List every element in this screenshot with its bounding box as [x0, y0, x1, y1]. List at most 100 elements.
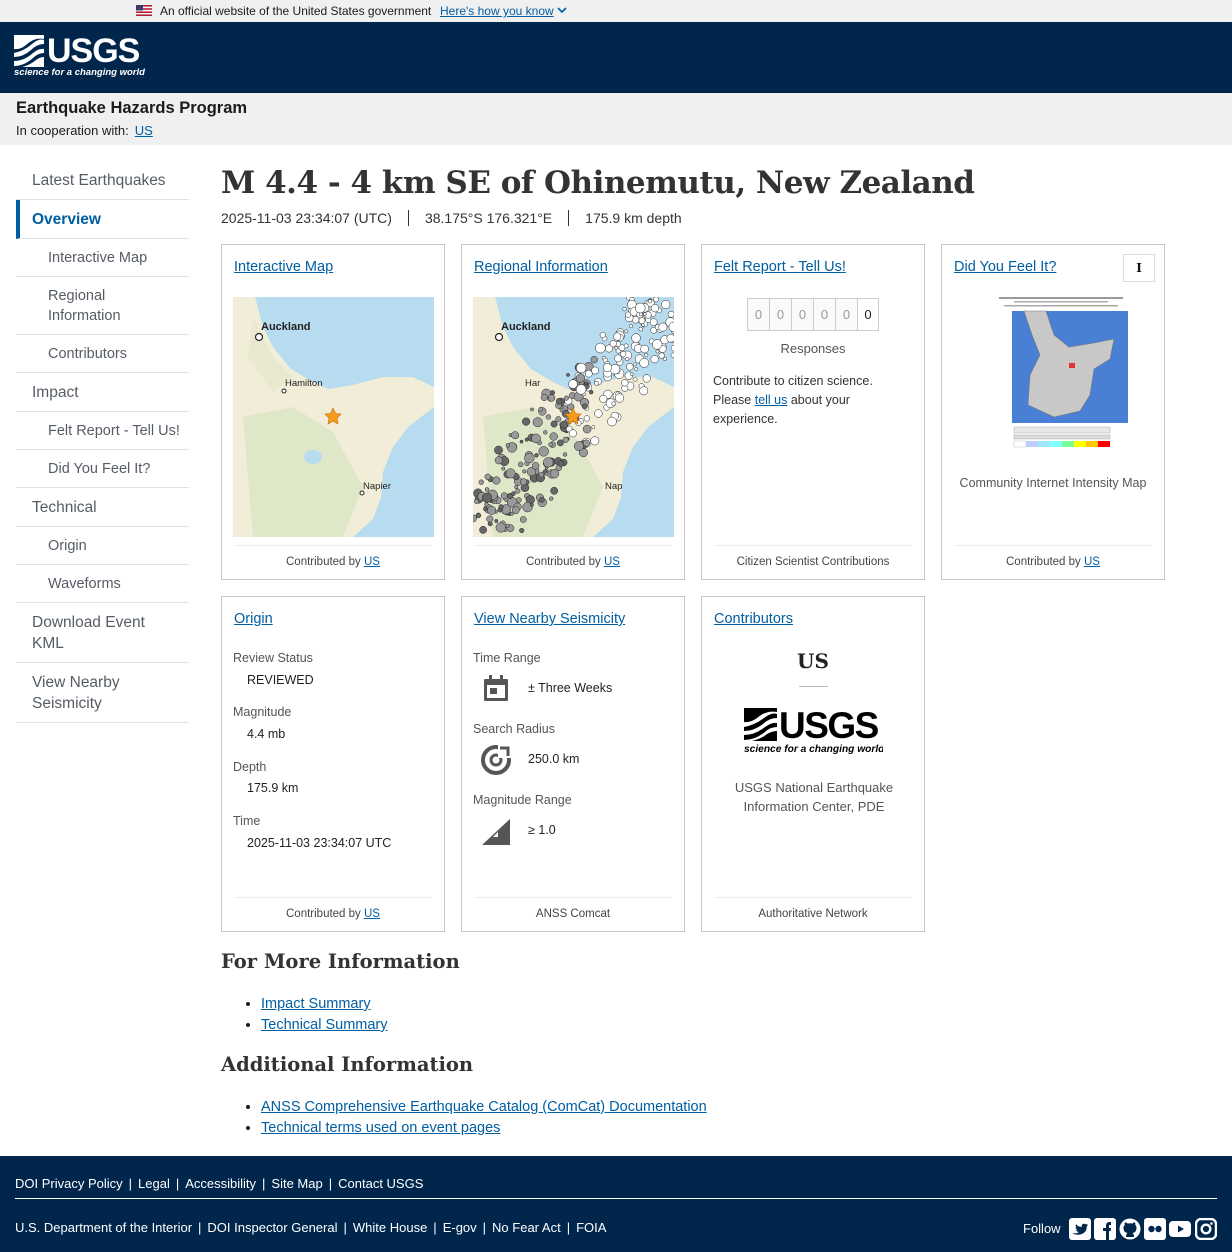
seismicity-dot	[495, 522, 506, 533]
radius-target-icon	[481, 745, 512, 775]
nav-overview[interactable]: Overview	[16, 200, 189, 239]
interactive-map-card: Interactive Map Auckland Hamilton Napier…	[221, 244, 445, 580]
more-info-list: Impact Summary Technical Summary	[261, 994, 388, 1036]
comcat-docs-link[interactable]: ANSS Comprehensive Earthquake Catalog (C…	[261, 1099, 707, 1115]
contributor-link[interactable]: US	[364, 908, 380, 920]
nav-did-you-feel-it[interactable]: Did You Feel It?	[16, 450, 189, 488]
flickr-icon[interactable]	[1144, 1218, 1166, 1240]
seismicity-dot	[650, 355, 659, 364]
footer-inspector-link[interactable]: DOI Inspector General	[207, 1220, 337, 1235]
seismicity-dot	[624, 329, 629, 334]
seismicity-dot	[545, 414, 552, 420]
nav-contributors[interactable]: Contributors	[16, 335, 189, 373]
usgs-logo[interactable]: USGS science for a changing world	[14, 31, 146, 81]
regional-map-thumbnail[interactable]: Auckland Har Nap	[473, 297, 674, 537]
magnitude-range-value: ≥ 1.0	[528, 823, 556, 837]
felt-report-link[interactable]: Felt Report - Tell Us!	[714, 259, 846, 275]
seismicity-dot	[582, 439, 590, 447]
regional-label-auckland: Auckland	[501, 321, 551, 333]
nav-felt-report[interactable]: Felt Report - Tell Us!	[16, 412, 189, 450]
list-item: ANSS Comprehensive Earthquake Catalog (C…	[261, 1097, 707, 1118]
review-status-value: REVIEWED	[247, 673, 314, 687]
seismicity-dot	[599, 394, 608, 403]
seismicity-dot	[584, 381, 589, 386]
footer-legal-link[interactable]: Legal	[138, 1176, 170, 1191]
contributor-code: US	[797, 649, 829, 673]
twitter-icon[interactable]	[1069, 1218, 1091, 1240]
interactive-map-link[interactable]: Interactive Map	[234, 259, 333, 275]
origin-link[interactable]: Origin	[234, 611, 273, 627]
program-title[interactable]: Earthquake Hazards Program	[16, 99, 247, 118]
nav-view-nearby-seismicity[interactable]: View Nearby Seismicity	[16, 663, 189, 723]
seismicity-dot	[549, 432, 558, 441]
footer-interior-link[interactable]: U.S. Department of the Interior	[15, 1220, 192, 1235]
how-you-know-link[interactable]: Here's how you know	[440, 4, 554, 18]
magnitude-range-label: Magnitude Range	[473, 793, 572, 807]
origin-card: Origin Review Status REVIEWED Magnitude …	[221, 596, 445, 932]
seismicity-dot	[524, 437, 529, 442]
seismicity-dot	[538, 471, 545, 478]
instagram-icon[interactable]	[1195, 1218, 1217, 1240]
contributors-link[interactable]: Contributors	[714, 611, 793, 627]
nav-interactive-map[interactable]: Interactive Map	[16, 239, 189, 277]
nav-regional-information[interactable]: Regional Information	[16, 277, 189, 335]
seismicity-dot	[529, 502, 534, 507]
impact-summary-link[interactable]: Impact Summary	[261, 996, 371, 1012]
seismicity-dot	[613, 332, 622, 341]
seismicity-dot	[531, 462, 540, 470]
footer-contact-link[interactable]: Contact USGS	[338, 1176, 423, 1191]
nearby-seismicity-link[interactable]: View Nearby Seismicity	[474, 611, 625, 627]
footer-sitemap-link[interactable]: Site Map	[271, 1176, 322, 1191]
seismicity-dot	[591, 425, 596, 429]
seismicity-dot	[557, 460, 565, 467]
contributor-link[interactable]: US	[364, 556, 380, 568]
seismicity-dot	[479, 526, 487, 534]
seismicity-dot	[505, 468, 516, 479]
contributor-link[interactable]: US	[604, 556, 620, 568]
intensity-map-caption: Community Internet Intensity Map	[959, 476, 1147, 490]
seismicity-dot	[505, 443, 511, 448]
seismicity-dot	[625, 311, 632, 318]
footer-privacy-link[interactable]: DOI Privacy Policy	[15, 1176, 123, 1191]
review-status-label: Review Status	[233, 651, 313, 665]
calendar-icon	[484, 675, 508, 701]
seismicity-dot	[632, 377, 638, 382]
footer-egov-link[interactable]: E-gov	[443, 1220, 477, 1235]
footer-divider	[15, 1198, 1217, 1199]
seismicity-dot	[629, 324, 634, 329]
cooperation-link[interactable]: US	[135, 123, 153, 138]
footer-whitehouse-link[interactable]: White House	[353, 1220, 427, 1235]
seismicity-dot	[575, 373, 585, 383]
youtube-icon[interactable]	[1169, 1218, 1191, 1240]
regional-information-link[interactable]: Regional Information	[474, 259, 608, 275]
seismicity-dot	[522, 469, 527, 474]
github-icon[interactable]	[1119, 1218, 1141, 1240]
seismicity-dot	[519, 516, 527, 523]
technical-terms-link[interactable]: Technical terms used on event pages	[261, 1120, 500, 1136]
seismicity-dot	[519, 527, 525, 534]
nearby-seismicity-card: View Nearby Seismicity Time Range ± Thre…	[461, 596, 685, 932]
seismicity-dot	[583, 415, 590, 422]
footer-foia-link[interactable]: FOIA	[576, 1220, 606, 1235]
facebook-icon[interactable]	[1094, 1218, 1116, 1240]
nav-download-kml[interactable]: Download Event KML	[16, 603, 189, 663]
seismicity-dot	[653, 297, 659, 303]
interactive-map-thumbnail[interactable]: Auckland Hamilton Napier	[233, 297, 434, 537]
nav-technical[interactable]: Technical	[16, 488, 189, 527]
seismicity-dot	[638, 317, 646, 325]
footer-accessibility-link[interactable]: Accessibility	[185, 1176, 256, 1191]
contributor-link[interactable]: US	[1084, 556, 1100, 568]
seismicity-dot	[634, 302, 646, 314]
chevron-down-icon[interactable]	[557, 5, 567, 15]
list-item: Technical Summary	[261, 1015, 388, 1036]
dyfi-link[interactable]: Did You Feel It?	[954, 259, 1056, 275]
technical-summary-link[interactable]: Technical Summary	[261, 1017, 388, 1033]
nav-impact[interactable]: Impact	[16, 373, 189, 412]
tell-us-link[interactable]: tell us	[755, 393, 788, 407]
nav-waveforms[interactable]: Waveforms	[16, 565, 189, 603]
nav-origin[interactable]: Origin	[16, 527, 189, 565]
intensity-map-thumbnail[interactable]	[994, 295, 1128, 457]
event-summary: 2025-11-03 23:34:07 (UTC) 38.175°S 176.3…	[221, 210, 714, 226]
nav-latest-earthquakes[interactable]: Latest Earthquakes	[16, 161, 189, 200]
footer-nofear-link[interactable]: No Fear Act	[492, 1220, 561, 1235]
